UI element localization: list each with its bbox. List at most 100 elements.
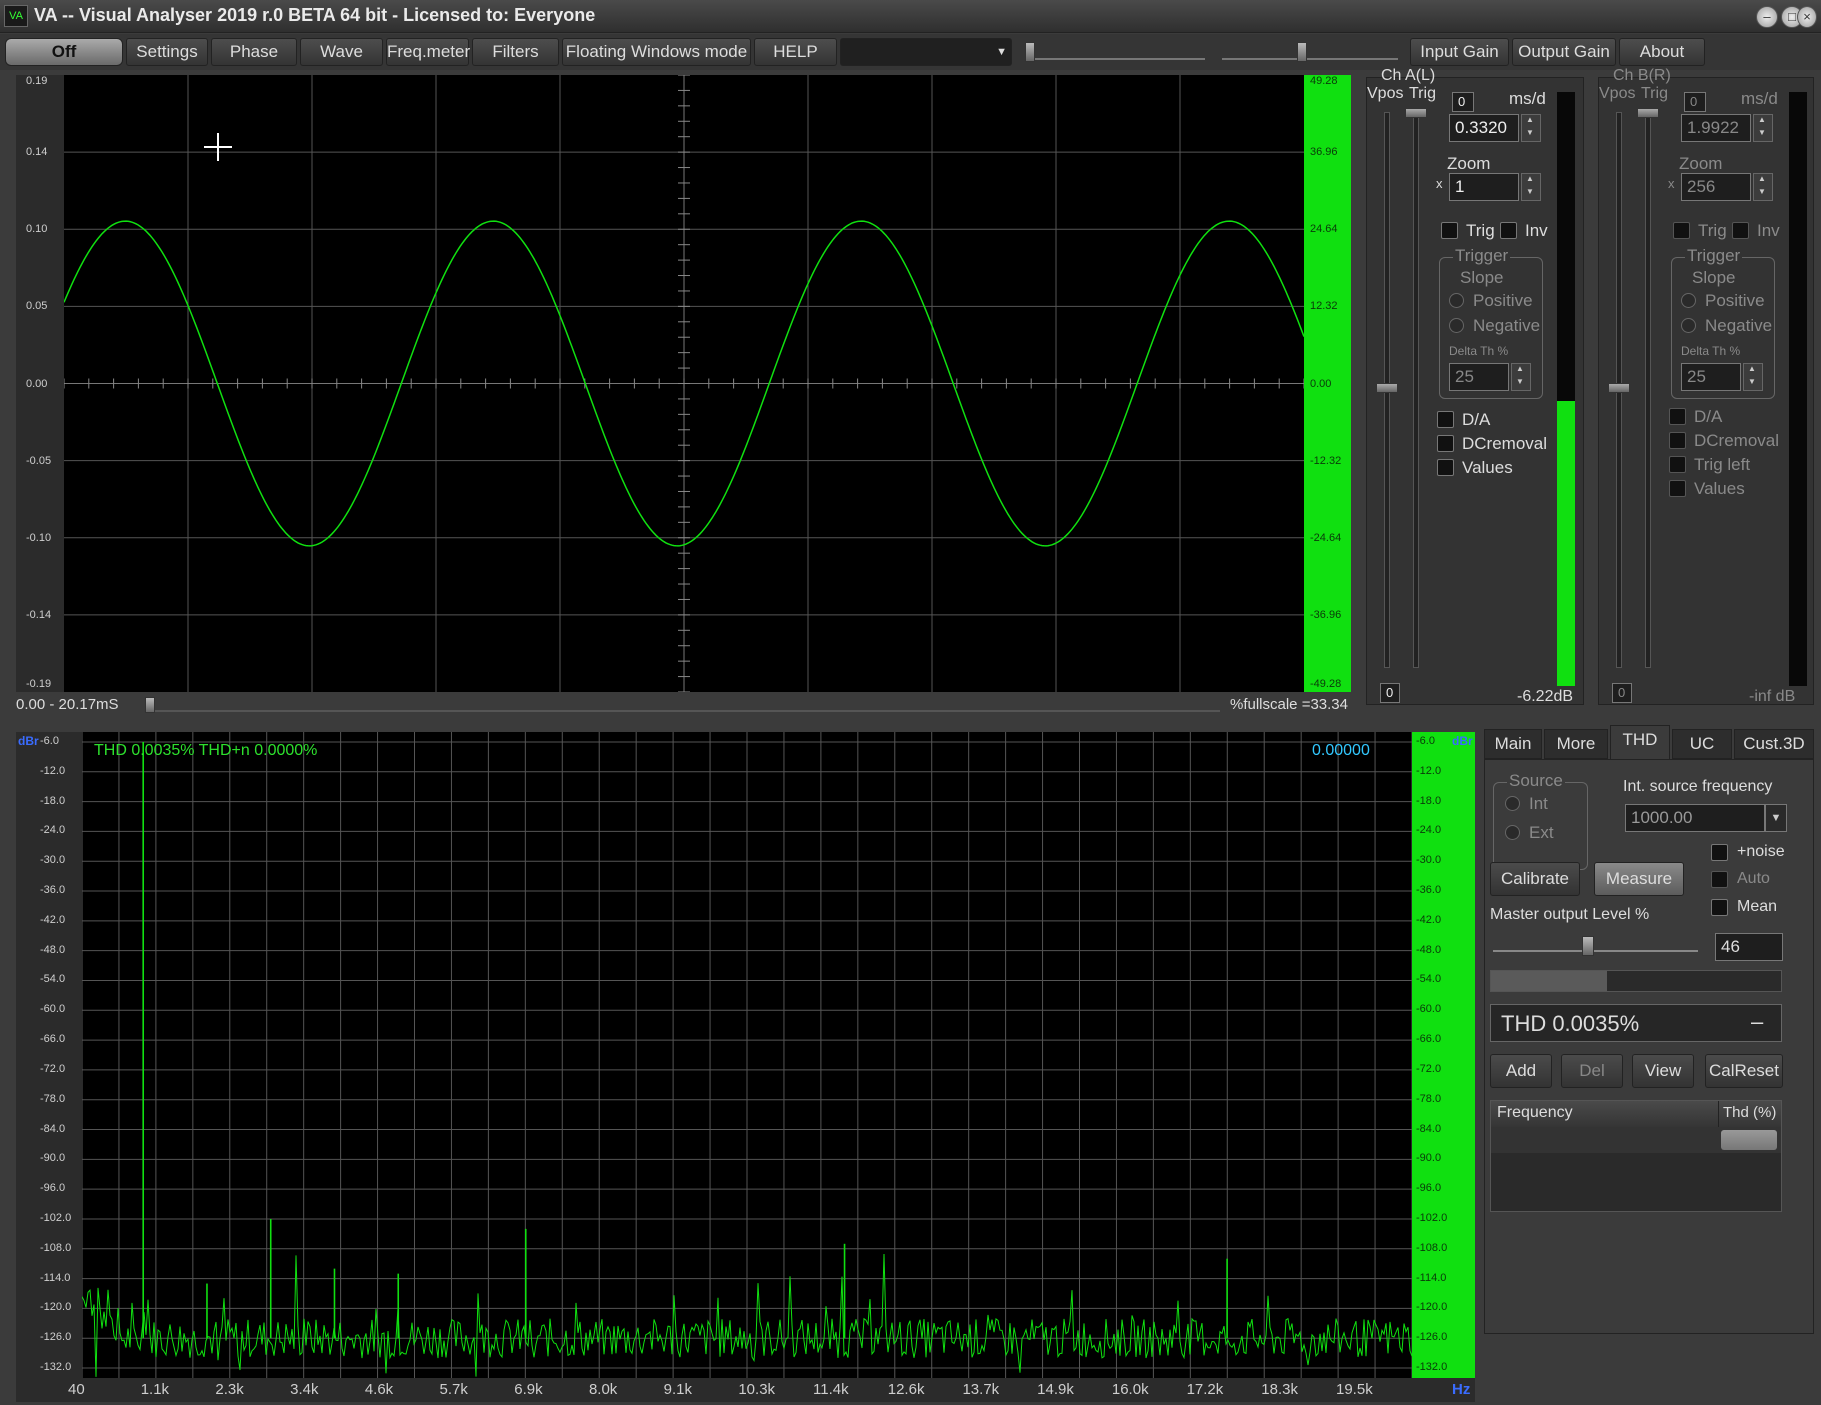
channel-a-msd-input[interactable]: 0.3320 bbox=[1449, 114, 1519, 142]
del-button[interactable]: Del bbox=[1561, 1054, 1623, 1088]
scope-scroll-thumb[interactable] bbox=[145, 697, 155, 713]
oscilloscope-display[interactable] bbox=[64, 75, 1304, 692]
view-button[interactable]: View bbox=[1632, 1054, 1694, 1088]
close-button[interactable]: × bbox=[1797, 6, 1817, 28]
channel-b-zoom-spinner[interactable] bbox=[1753, 173, 1773, 201]
channel-a-zoom-input[interactable]: 1 bbox=[1449, 173, 1519, 201]
tab-cust3d[interactable]: Cust.3D bbox=[1734, 729, 1814, 759]
chevron-down-icon[interactable]: ▼ bbox=[1765, 804, 1787, 832]
channel-b-dcremoval-checkbox[interactable] bbox=[1669, 432, 1686, 449]
channel-a-zero-field[interactable]: 0 bbox=[1452, 92, 1474, 112]
table-header-frequency[interactable]: Frequency bbox=[1491, 1101, 1719, 1127]
minimize-button[interactable]: – bbox=[1756, 6, 1778, 28]
channel-b-level-readout: -inf dB bbox=[1749, 688, 1796, 705]
master-output-slider[interactable] bbox=[1493, 936, 1698, 956]
channel-b-positive-radio[interactable] bbox=[1681, 293, 1696, 308]
channel-a-dcremoval-checkbox[interactable] bbox=[1437, 435, 1454, 452]
tab-uc[interactable]: UC bbox=[1672, 729, 1732, 759]
add-button[interactable]: Add bbox=[1490, 1054, 1552, 1088]
channel-b-trigleft-checkbox[interactable] bbox=[1669, 456, 1686, 473]
input-gain-slider[interactable] bbox=[1025, 42, 1205, 62]
channel-b-msd-spinner[interactable] bbox=[1753, 114, 1773, 142]
channel-b-negative-radio[interactable] bbox=[1681, 318, 1696, 333]
channel-a-msd-spinner[interactable] bbox=[1521, 114, 1541, 142]
output-gain-slider-thumb[interactable] bbox=[1297, 42, 1307, 62]
channel-a-bottom-zero[interactable]: 0 bbox=[1380, 683, 1400, 703]
measure-button[interactable]: Measure bbox=[1594, 862, 1684, 896]
freqmeter-button[interactable]: Freq.meter bbox=[386, 38, 470, 66]
channel-b-delta-input[interactable]: 25 bbox=[1681, 363, 1741, 391]
source-ext-radio[interactable] bbox=[1505, 825, 1520, 840]
channel-b-zoom-input[interactable]: 256 bbox=[1681, 173, 1751, 201]
channel-a-delta-spinner[interactable] bbox=[1511, 363, 1531, 391]
channel-a-da-checkbox[interactable] bbox=[1437, 411, 1454, 428]
channel-b-msd-label: ms/d bbox=[1741, 89, 1778, 108]
channel-b-trig-slider[interactable] bbox=[1645, 112, 1651, 668]
channel-b-zoom-label: Zoom bbox=[1679, 154, 1723, 173]
source-int-radio[interactable] bbox=[1505, 796, 1520, 811]
spectrum-y-label-right: -24.0 bbox=[1416, 824, 1442, 837]
input-gain-slider-thumb[interactable] bbox=[1025, 42, 1035, 62]
about-button[interactable]: About bbox=[1619, 38, 1705, 66]
channel-b-trig-thumb[interactable] bbox=[1637, 108, 1659, 118]
channel-b-vpos-thumb[interactable] bbox=[1608, 383, 1630, 393]
channel-a-trig-slider[interactable] bbox=[1413, 112, 1419, 668]
table-header-thd[interactable]: Thd (%) bbox=[1719, 1101, 1781, 1127]
channel-a-values-checkbox[interactable] bbox=[1437, 459, 1454, 476]
phase-button[interactable]: Phase bbox=[211, 38, 297, 66]
input-gain-button[interactable]: Input Gain bbox=[1410, 38, 1509, 66]
off-button[interactable]: Off bbox=[5, 38, 123, 66]
calibrate-button[interactable]: Calibrate bbox=[1490, 862, 1580, 896]
channel-b-da-checkbox[interactable] bbox=[1669, 408, 1686, 425]
spectrum-y-label-left: -36.0 bbox=[40, 884, 66, 897]
spectrum-x-label: 40 bbox=[68, 1381, 85, 1398]
channel-a-vpos-thumb[interactable] bbox=[1376, 383, 1398, 393]
table-row[interactable] bbox=[1491, 1127, 1781, 1153]
mean-checkbox[interactable] bbox=[1711, 899, 1728, 916]
channel-a-inv-checkbox[interactable] bbox=[1500, 222, 1517, 239]
spectrum-y-label-right: -72.0 bbox=[1416, 1062, 1442, 1075]
help-button[interactable]: HELP bbox=[754, 38, 837, 66]
device-dropdown[interactable]: ▼ bbox=[840, 38, 1012, 66]
channel-b-inv-checkbox[interactable] bbox=[1732, 222, 1749, 239]
channel-b-bottom-zero[interactable]: 0 bbox=[1612, 683, 1632, 703]
channel-a-negative-radio[interactable] bbox=[1449, 318, 1464, 333]
spectrum-y-label-right: -96.0 bbox=[1416, 1182, 1442, 1195]
channel-a-trig-checkbox[interactable] bbox=[1441, 222, 1458, 239]
int-source-frequency-input[interactable]: 1000.00 bbox=[1625, 804, 1765, 832]
scope-y-label-left: 0.10 bbox=[26, 223, 48, 236]
output-gain-button[interactable]: Output Gain bbox=[1512, 38, 1616, 66]
tab-main[interactable]: Main bbox=[1484, 729, 1542, 759]
noise-checkbox[interactable] bbox=[1711, 844, 1728, 861]
int-source-frequency-label: Int. source frequency bbox=[1623, 778, 1773, 795]
wave-button[interactable]: Wave bbox=[300, 38, 383, 66]
scope-scroll-slider[interactable] bbox=[145, 697, 1220, 713]
channel-a-positive-radio[interactable] bbox=[1449, 293, 1464, 308]
spectrum-x-label: 12.6k bbox=[887, 1381, 925, 1398]
scope-fullscale: %fullscale =33.34 bbox=[1230, 696, 1348, 713]
channel-b-values-checkbox[interactable] bbox=[1669, 480, 1686, 497]
thd-panel: Source Int Ext Int. source frequency 100… bbox=[1484, 759, 1814, 1334]
tab-thd[interactable]: THD bbox=[1610, 725, 1670, 761]
output-gain-slider[interactable] bbox=[1222, 42, 1398, 62]
spectrum-plot bbox=[82, 732, 1412, 1378]
floating-windows-button[interactable]: Floating Windows mode bbox=[562, 38, 751, 66]
channel-b-msd-input[interactable]: 1.9922 bbox=[1681, 114, 1751, 142]
calreset-button[interactable]: CalReset bbox=[1705, 1054, 1783, 1088]
tab-more[interactable]: More bbox=[1544, 729, 1608, 759]
master-output-input[interactable]: 46 bbox=[1715, 933, 1783, 961]
auto-checkbox[interactable] bbox=[1711, 871, 1728, 888]
spectrum-y-label-right: -42.0 bbox=[1416, 913, 1442, 926]
filters-button[interactable]: Filters bbox=[472, 38, 559, 66]
channel-a-delta-input[interactable]: 25 bbox=[1449, 363, 1509, 391]
channel-b-delta-spinner[interactable] bbox=[1743, 363, 1763, 391]
channel-b-trig-checkbox[interactable] bbox=[1673, 222, 1690, 239]
settings-button[interactable]: Settings bbox=[126, 38, 208, 66]
channel-b-zero-field[interactable]: 0 bbox=[1684, 92, 1706, 112]
channel-a-zoom-spinner[interactable] bbox=[1521, 173, 1541, 201]
spectrum-display[interactable]: THD 0.0035% THD+n 0.0000% 0.00000 bbox=[82, 732, 1412, 1378]
channel-a-trig-thumb[interactable] bbox=[1405, 108, 1427, 118]
table-row-selection[interactable] bbox=[1721, 1130, 1777, 1150]
master-output-slider-thumb[interactable] bbox=[1581, 936, 1594, 956]
channel-b-inv-checkbox-label: Inv bbox=[1757, 221, 1780, 240]
